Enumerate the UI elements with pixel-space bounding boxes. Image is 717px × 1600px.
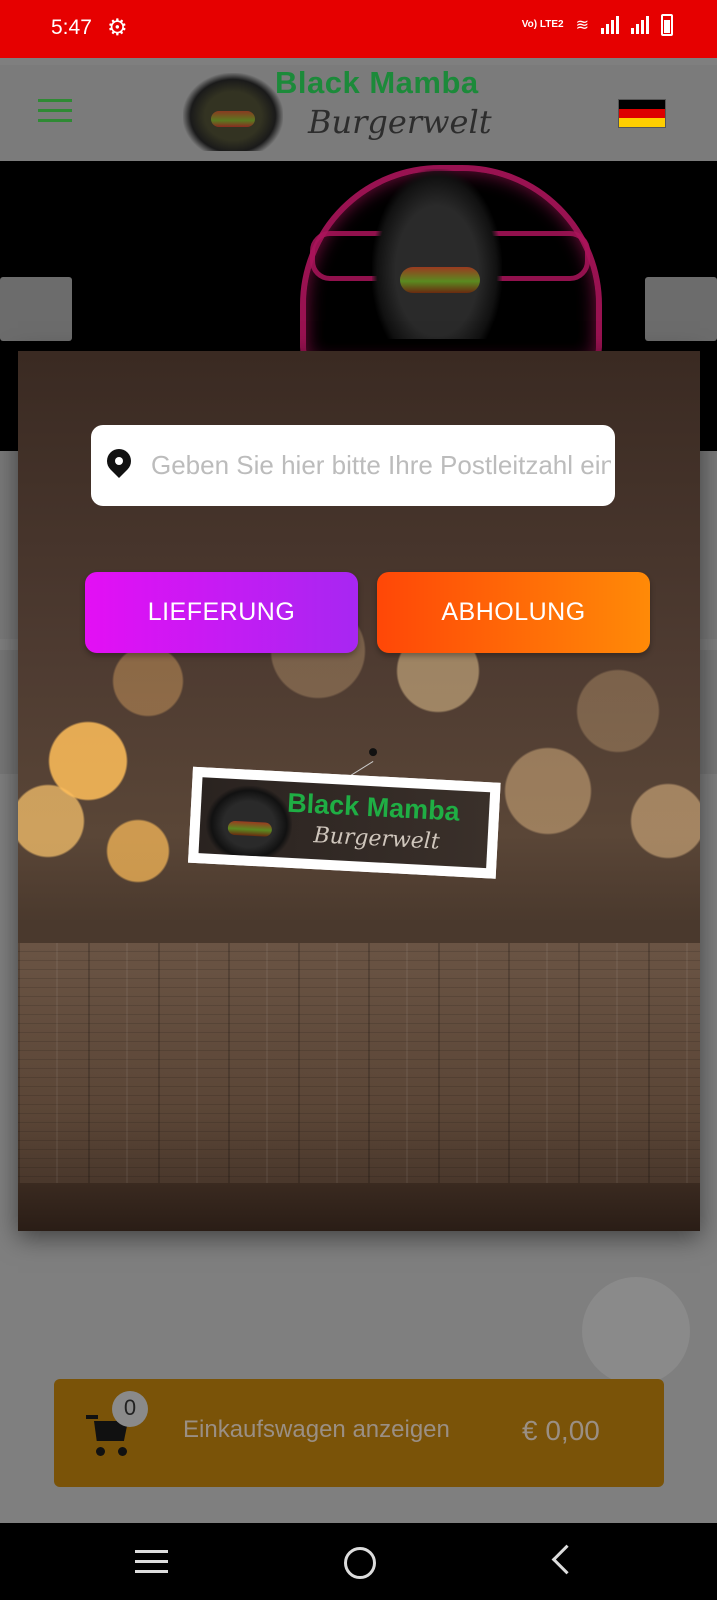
delivery-button-label: LIEFERUNG bbox=[147, 598, 296, 626]
brand-logo[interactable]: Black Mamba Burgerwelt bbox=[183, 65, 543, 157]
slider-next-button[interactable] bbox=[645, 277, 717, 341]
cart-count-badge: 0 bbox=[112, 1391, 148, 1427]
system-icons: Vo) LTE2 ≋ bbox=[522, 14, 673, 36]
gear-icon: ⚙ bbox=[107, 14, 128, 40]
floating-action-button[interactable] bbox=[582, 1277, 690, 1385]
snake-burger-logo-icon bbox=[204, 783, 295, 858]
volte-indicator: Vo) LTE2 bbox=[521, 19, 564, 30]
hanging-logo-sign: Black Mamba Burgerwelt bbox=[187, 747, 512, 892]
wifi-icon: ≋ bbox=[575, 17, 589, 34]
brand-name: Black Mamba bbox=[275, 65, 479, 100]
nail-icon bbox=[368, 747, 378, 757]
cart-total: € 0,00 bbox=[522, 1415, 600, 1446]
hamburger-menu-icon[interactable] bbox=[38, 99, 72, 129]
signal-icon bbox=[631, 16, 649, 34]
postcode-field[interactable] bbox=[91, 425, 615, 506]
order-type-modal: LIEFERUNG ABHOLUNG Black Mamba Burgerwel… bbox=[18, 351, 700, 1231]
postcode-input[interactable] bbox=[149, 449, 613, 482]
sign-logo: Black Mamba Burgerwelt bbox=[198, 777, 491, 869]
home-icon[interactable] bbox=[344, 1547, 376, 1579]
sign-frame: Black Mamba Burgerwelt bbox=[188, 766, 501, 879]
back-icon[interactable] bbox=[551, 1544, 582, 1575]
pickup-button-label: ABHOLUNG bbox=[441, 598, 586, 626]
signal-icon bbox=[601, 16, 619, 34]
pickup-button[interactable]: ABHOLUNG bbox=[377, 572, 650, 653]
status-bar: 5:47 ⚙ Vo) LTE2 ≋ bbox=[0, 0, 717, 58]
view-cart-bar[interactable]: 0 Einkaufswagen anzeigen € 0,00 bbox=[54, 1379, 664, 1487]
status-time: 5:47 bbox=[51, 16, 92, 39]
sign-brand-name: Black Mamba bbox=[286, 787, 461, 827]
snake-burger-image bbox=[372, 169, 502, 339]
snake-burger-logo-icon bbox=[183, 73, 283, 151]
brand-subtitle: Burgerwelt bbox=[308, 103, 492, 141]
wooden-table-background bbox=[18, 943, 700, 1231]
app-header: Black Mamba Burgerwelt bbox=[0, 65, 717, 161]
view-cart-label: Einkaufswagen anzeigen bbox=[183, 1416, 450, 1443]
recent-apps-icon[interactable] bbox=[135, 1550, 168, 1580]
german-flag-icon[interactable] bbox=[618, 99, 666, 128]
delivery-button[interactable]: LIEFERUNG bbox=[85, 572, 358, 653]
location-pin-icon bbox=[107, 449, 131, 483]
system-navigation-bar bbox=[0, 1523, 717, 1600]
sign-brand-subtitle: Burgerwelt bbox=[312, 823, 441, 855]
battery-icon bbox=[661, 14, 673, 36]
slider-prev-button[interactable] bbox=[0, 277, 72, 341]
